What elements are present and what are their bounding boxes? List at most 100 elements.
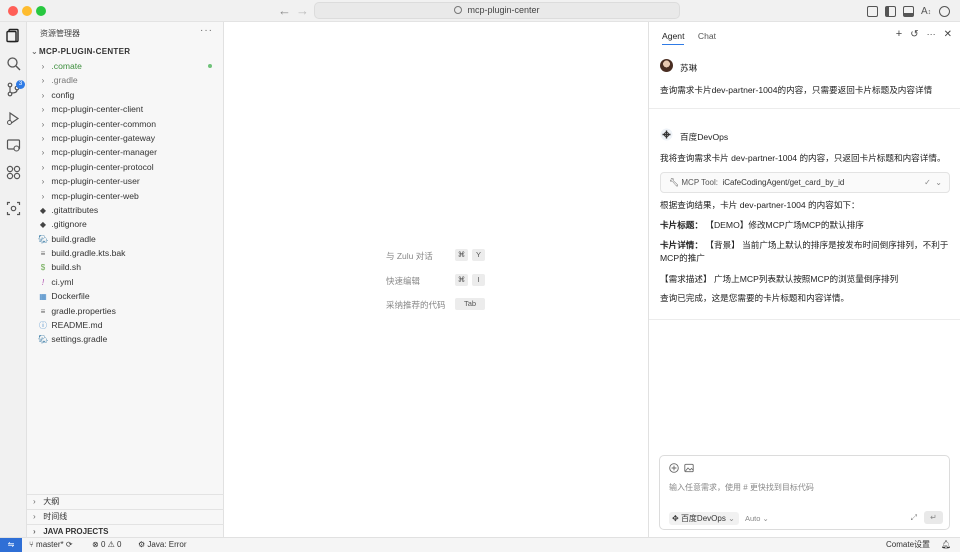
maximize-window-button[interactable] bbox=[36, 6, 46, 16]
divider bbox=[649, 108, 960, 109]
tab-agent[interactable]: Agent bbox=[662, 31, 685, 45]
tree-item-label: gradle.properties bbox=[51, 305, 116, 316]
back-arrow-icon[interactable]: ← bbox=[278, 3, 291, 18]
divider bbox=[649, 319, 960, 320]
mode-label: Auto bbox=[745, 514, 761, 523]
wrench-icon: 🔧︎ bbox=[669, 178, 680, 187]
model-selector[interactable]: ✥ 百度DevOps ⌄ bbox=[669, 512, 739, 525]
mcp-tool-call[interactable]: 🔧︎ MCP Tool: iCafeCodingAgent/get_card_b… bbox=[660, 172, 950, 193]
chat-input-box[interactable]: 输入任意需求，使用 # 更快找到目标代码 ✥ 百度DevOps ⌄ Auto ⌄… bbox=[659, 455, 950, 530]
branch-status[interactable]: ⑂ master* ⟳ bbox=[29, 538, 73, 552]
mode-selector[interactable]: Auto ⌄ bbox=[745, 512, 769, 525]
remote-indicator[interactable]: ⇋ bbox=[0, 538, 22, 552]
user-name: 苏琳 bbox=[680, 63, 698, 73]
tree-folder[interactable]: › mcp-plugin-center-web bbox=[27, 189, 224, 203]
chat-tabs: Agent Chat bbox=[662, 31, 727, 45]
tree-folder[interactable]: › .gradle bbox=[27, 73, 224, 87]
close-window-button[interactable] bbox=[8, 6, 18, 16]
chat-input-placeholder[interactable]: 输入任意需求，使用 # 更快找到目标代码 bbox=[669, 482, 814, 493]
tree-file[interactable]: 🐘︎ build.gradle bbox=[27, 232, 224, 246]
chevron-right-icon: › bbox=[41, 148, 45, 158]
run-debug-icon[interactable] bbox=[6, 111, 21, 126]
tree-file[interactable]: ⓘ README.md bbox=[27, 318, 224, 332]
tree-folder[interactable]: › mcp-plugin-center-manager bbox=[27, 145, 224, 159]
tree-item-label: .gitattributes bbox=[51, 204, 99, 215]
comate-icon[interactable] bbox=[6, 201, 21, 216]
expand-icon[interactable]: ⤢ bbox=[911, 513, 917, 523]
add-context-icon[interactable] bbox=[669, 463, 679, 473]
tree-item-label: mcp-plugin-center-client bbox=[51, 104, 144, 115]
java-status[interactable]: ⚙ Java: Error bbox=[138, 538, 187, 552]
requirement-line: 【需求描述】 广场上MCP列表默认按照MCP的浏览量倒序排列 bbox=[660, 274, 899, 284]
docker-file-icon: ▦ bbox=[39, 292, 47, 302]
tree-file[interactable]: 🐘︎ settings.gradle bbox=[27, 332, 224, 346]
tree-folder[interactable]: › mcp-plugin-center-user bbox=[27, 174, 224, 188]
toggle-panel-icon[interactable] bbox=[903, 5, 914, 17]
tab-chat[interactable]: Chat bbox=[698, 31, 716, 44]
tool-label: MCP Tool: bbox=[681, 178, 718, 187]
bot-intro: 我将查询需求卡片 dev-partner-1004 的内容，只返回卡片标题和内容… bbox=[660, 153, 946, 163]
chevron-right-icon: › bbox=[33, 497, 36, 506]
tree-file[interactable]: ▦ Dockerfile bbox=[27, 289, 224, 303]
shortcut-key: ⌘ bbox=[455, 274, 468, 286]
tree-file[interactable]: ◆ .gitignore bbox=[27, 217, 224, 231]
close-icon[interactable]: ✕ bbox=[944, 29, 952, 40]
send-button[interactable]: ↵ bbox=[924, 511, 943, 524]
history-icon[interactable]: ↺ bbox=[910, 29, 918, 40]
gradle-file-icon: 🐘︎ bbox=[37, 335, 49, 345]
tree-item-label: README.md bbox=[51, 320, 103, 331]
layout-controls: A↕ bbox=[860, 4, 950, 18]
search-icon[interactable] bbox=[6, 56, 21, 71]
account-icon[interactable] bbox=[939, 5, 950, 17]
model-name: 百度DevOps bbox=[680, 514, 726, 523]
outline-section[interactable]: › 大纲 bbox=[27, 494, 224, 509]
card-title-label: 卡片标题： bbox=[660, 220, 703, 230]
explorer-header: 资源管理器 bbox=[40, 29, 80, 38]
tree-folder[interactable]: › mcp-plugin-center-gateway bbox=[27, 131, 224, 145]
comate-settings[interactable]: Comate设置 bbox=[886, 538, 930, 552]
toggle-sidebar-icon[interactable] bbox=[885, 5, 896, 17]
sync-icon[interactable]: ⟳ bbox=[66, 540, 73, 549]
explorer-icon[interactable] bbox=[6, 28, 21, 43]
timeline-section[interactable]: › 时间线 bbox=[27, 509, 224, 524]
problems-status[interactable]: ⊗ 0 ⚠ 0 bbox=[92, 538, 121, 552]
translate-icon[interactable]: A↕ bbox=[921, 6, 932, 17]
avatar bbox=[660, 59, 673, 72]
extensions-icon[interactable] bbox=[6, 165, 21, 180]
tree-folder[interactable]: › mcp-plugin-center-client bbox=[27, 102, 224, 116]
tree-file[interactable]: $ build.sh bbox=[27, 260, 224, 274]
more-icon[interactable]: ··· bbox=[927, 29, 936, 39]
bell-icon[interactable]: 🔔︎ bbox=[941, 538, 951, 552]
branch-icon: ⑂ bbox=[29, 540, 34, 549]
tree-file[interactable]: ≡ gradle.properties bbox=[27, 304, 224, 318]
tool-name: iCafeCodingAgent/get_card_by_id bbox=[722, 178, 845, 187]
window-title: mcp-plugin-center bbox=[467, 5, 540, 15]
editor-area[interactable]: 与 Zulu 对话 ⌘ Y 快速编辑 ⌘ I 采纳推荐的代码 Tab bbox=[224, 22, 648, 537]
chevron-down-icon[interactable]: ⌄ bbox=[935, 178, 942, 187]
chat-panel: Agent Chat + ↺ ··· ✕ 苏琳 查询需求卡片dev-partne… bbox=[648, 22, 960, 537]
forward-arrow-icon[interactable]: → bbox=[296, 3, 309, 18]
tree-folder[interactable]: › mcp-plugin-center-protocol bbox=[27, 160, 224, 174]
command-center-search[interactable]: mcp-plugin-center bbox=[314, 2, 680, 19]
tree-folder[interactable]: › mcp-plugin-center-common bbox=[27, 117, 224, 131]
tree-file[interactable]: ! ci.yml bbox=[27, 275, 224, 289]
new-chat-icon[interactable]: + bbox=[896, 28, 902, 40]
card-title-line: 卡片标题： 【DEMO】修改MCP广场MCP的默认排序 bbox=[660, 219, 950, 232]
text-file-icon: ≡ bbox=[40, 249, 46, 259]
tree-file[interactable]: ◆ .gitattributes bbox=[27, 203, 224, 217]
more-actions-icon[interactable]: ··· bbox=[200, 25, 213, 36]
image-icon[interactable] bbox=[684, 463, 694, 473]
tree-item-label: Dockerfile bbox=[51, 291, 90, 302]
tree-folder[interactable]: › .comate bbox=[27, 59, 224, 73]
minimize-window-button[interactable] bbox=[22, 6, 32, 16]
card-detail-label: 卡片详情： bbox=[660, 240, 703, 250]
tree-file[interactable]: ≡ build.gradle.kts.bak bbox=[27, 246, 224, 260]
project-root[interactable]: ⌄MCP-PLUGIN-CENTER bbox=[31, 47, 130, 56]
layout-grid-icon[interactable] bbox=[867, 5, 878, 17]
remote-explorer-icon[interactable] bbox=[6, 138, 21, 153]
user-message: 查询需求卡片dev-partner-1004的内容，只需要返回卡片标题及内容详情 bbox=[660, 85, 933, 95]
tree-folder[interactable]: › config bbox=[27, 88, 224, 102]
section-label: 大纲 bbox=[43, 497, 60, 506]
tree-item-label: build.gradle bbox=[51, 233, 96, 244]
explorer-sidebar: 资源管理器 ··· ⌄MCP-PLUGIN-CENTER › .comate › … bbox=[27, 22, 224, 537]
